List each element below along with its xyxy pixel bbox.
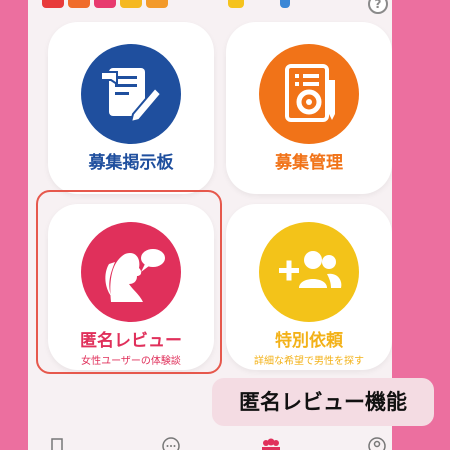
bottom-nav	[28, 430, 392, 450]
help-icon[interactable]: ?	[368, 0, 388, 14]
recruit-manage-card[interactable]: 募集管理	[226, 22, 392, 194]
recruit-manage-label: 募集管理	[275, 153, 343, 173]
special-request-label: 特別依頼	[275, 331, 343, 351]
special-request-card[interactable]: 特別依頼 詳細な希望で男性を探す	[226, 204, 392, 370]
profile-icon[interactable]	[368, 436, 386, 450]
highlight-frame	[36, 190, 222, 374]
document-icon[interactable]	[50, 436, 64, 450]
chat-icon[interactable]	[162, 436, 180, 450]
special-request-subtitle: 詳細な希望で男性を探す	[254, 356, 364, 367]
group-icon[interactable]	[260, 436, 282, 450]
add-users-icon	[259, 222, 359, 322]
document-gear-icon	[259, 44, 359, 144]
document-pen-icon	[81, 44, 181, 144]
recruit-board-label: 募集掲示板	[88, 153, 174, 173]
top-bar: ?	[28, 0, 392, 14]
feature-caption: 匿名レビュー機能	[212, 378, 434, 426]
recruit-board-card[interactable]: 募集掲示板	[48, 22, 214, 194]
